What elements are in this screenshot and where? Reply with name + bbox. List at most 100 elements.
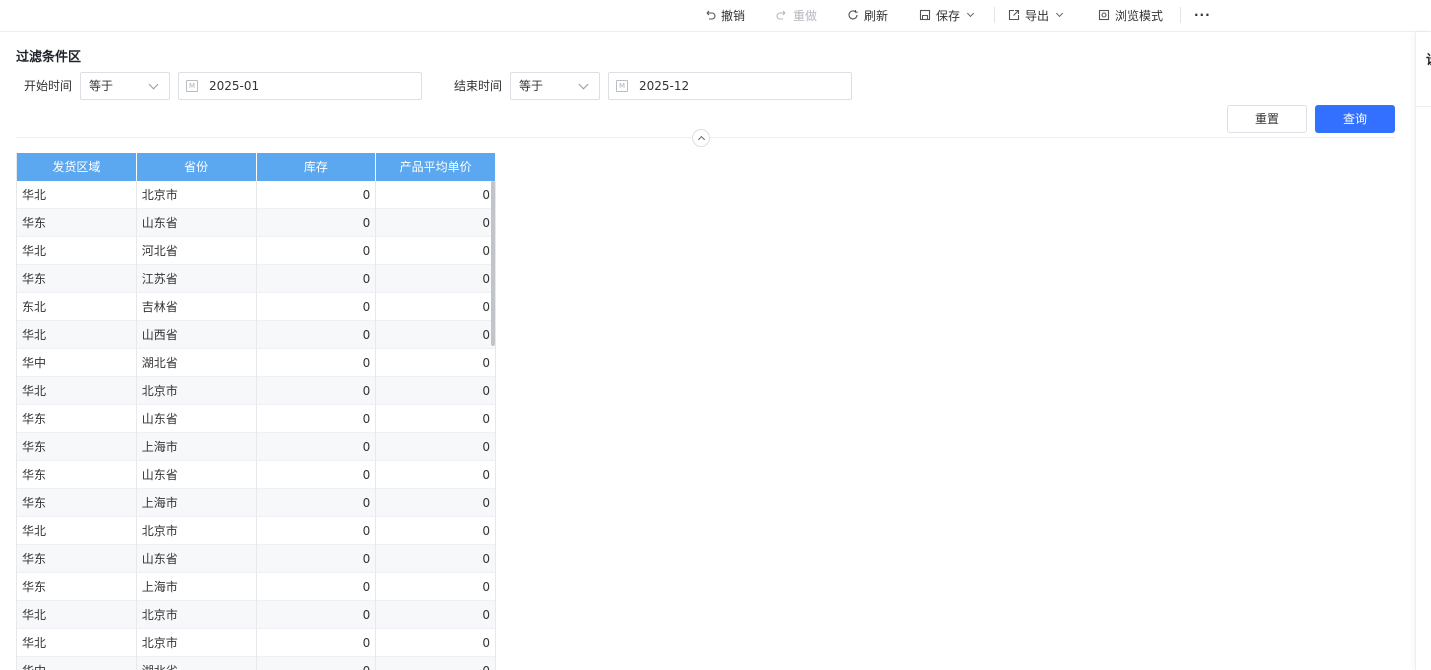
export-icon xyxy=(1008,9,1020,21)
table-cell[interactable]: 北京市 xyxy=(136,517,257,545)
column-header[interactable]: 产品平均单价 xyxy=(376,153,496,181)
table-cell[interactable]: 0 xyxy=(376,293,496,321)
start-time-date-input[interactable]: M 2025-01 xyxy=(178,72,422,100)
table-cell[interactable]: 0 xyxy=(376,517,496,545)
table-cell[interactable]: 0 xyxy=(376,545,496,573)
table-cell[interactable]: 华东 xyxy=(17,489,137,517)
table-cell[interactable]: 0 xyxy=(256,209,377,237)
table-cell[interactable]: 华北 xyxy=(17,181,137,209)
table-cell[interactable]: 华北 xyxy=(17,237,137,265)
table-cell[interactable]: 0 xyxy=(256,545,377,573)
end-time-date-input[interactable]: M 2025-12 xyxy=(608,72,852,100)
column-header[interactable]: 库存 xyxy=(256,153,377,181)
table-cell[interactable]: 0 xyxy=(256,293,377,321)
redo-button[interactable]: 重做 xyxy=(776,0,817,30)
end-time-label: 结束时间 xyxy=(454,79,503,93)
table-cell[interactable]: 0 xyxy=(256,181,377,209)
table-cell[interactable]: 山东省 xyxy=(136,209,257,237)
table-cell[interactable]: 华北 xyxy=(17,629,137,657)
table-cell[interactable]: 0 xyxy=(376,629,496,657)
table-cell[interactable]: 华北 xyxy=(17,517,137,545)
table-cell[interactable]: 华北 xyxy=(17,321,137,349)
table-cell[interactable]: 0 xyxy=(376,601,496,629)
table-row: 华东 山东省 0 0 xyxy=(17,405,496,433)
table-cell[interactable]: 0 xyxy=(256,405,377,433)
table-cell[interactable]: 湖北省 xyxy=(137,657,257,670)
table-cell[interactable]: 东北 xyxy=(17,293,137,321)
export-button[interactable]: 导出 xyxy=(1008,0,1064,30)
table-cell[interactable]: 华东 xyxy=(17,433,137,461)
table-cell[interactable]: 0 xyxy=(256,349,377,377)
table-cell[interactable]: 湖北省 xyxy=(136,349,257,377)
table-row: 华中湖北省00 xyxy=(17,657,496,670)
table-scrollbar[interactable] xyxy=(491,181,495,346)
table-cell[interactable]: 北京市 xyxy=(136,629,257,657)
redo-label: 重做 xyxy=(793,8,818,23)
table-cell[interactable]: 0 xyxy=(256,629,377,657)
end-time-operator-select[interactable]: 等于 xyxy=(510,72,600,100)
table-cell[interactable]: 华东 xyxy=(17,265,137,293)
more-button[interactable]: ··· xyxy=(1194,0,1211,30)
start-time-operator-select[interactable]: 等于 xyxy=(80,72,170,100)
column-header[interactable]: 发货区域 xyxy=(17,153,137,181)
table-cell[interactable]: 0 xyxy=(376,377,496,405)
table-cell[interactable]: 华中 xyxy=(17,657,137,670)
collapse-filter-button[interactable] xyxy=(692,129,710,147)
table-cell[interactable]: 山东省 xyxy=(136,461,257,489)
table-cell[interactable]: 山东省 xyxy=(136,545,257,573)
table-cell[interactable]: 0 xyxy=(376,573,496,601)
save-button[interactable]: 保存 xyxy=(919,0,975,30)
table-cell[interactable]: 0 xyxy=(376,237,496,265)
table-cell[interactable]: 华北 xyxy=(17,601,137,629)
table-cell[interactable]: 0 xyxy=(256,237,377,265)
table-cell[interactable]: 吉林省 xyxy=(136,293,257,321)
table-cell[interactable]: 0 xyxy=(256,265,377,293)
table-cell[interactable]: 0 xyxy=(256,517,377,545)
table-cell[interactable]: 0 xyxy=(376,265,496,293)
table-cell[interactable]: 0 xyxy=(256,601,377,629)
table-cell[interactable]: 0 xyxy=(256,573,377,601)
chevron-down-icon xyxy=(148,79,159,90)
table-cell[interactable]: 上海市 xyxy=(136,573,257,601)
table-cell[interactable]: 北京市 xyxy=(136,377,257,405)
browse-mode-button[interactable]: 浏览模式 xyxy=(1098,0,1163,30)
data-table: 发货区域 省份 库存 产品平均单价 华北 北京市 0 0 华东 山东省 0 0 华北 河北省 0 0 华… xyxy=(16,153,496,670)
table-cell[interactable]: 0 xyxy=(256,377,377,405)
table-cell[interactable]: 0 xyxy=(256,321,377,349)
table-cell[interactable]: 0 xyxy=(256,461,377,489)
export-chevron-down-icon[interactable] xyxy=(1055,9,1064,17)
table-cell[interactable]: 0 xyxy=(256,489,377,517)
table-cell[interactable]: 0 xyxy=(376,461,496,489)
table-cell[interactable]: 北京市 xyxy=(136,601,257,629)
table-cell[interactable]: 0 xyxy=(256,433,377,461)
table-cell[interactable]: 0 xyxy=(376,433,496,461)
table-cell[interactable]: 0 xyxy=(376,181,496,209)
table-cell[interactable]: 江苏省 xyxy=(136,265,257,293)
reset-button[interactable]: 重置 xyxy=(1227,105,1307,133)
table-cell[interactable]: 华东 xyxy=(17,209,137,237)
refresh-button[interactable]: 刷新 xyxy=(847,0,888,30)
table-cell[interactable]: 0 xyxy=(376,321,496,349)
table-cell[interactable]: 山西省 xyxy=(136,321,257,349)
undo-button[interactable]: 撤销 xyxy=(704,0,745,30)
table-cell[interactable]: 0 xyxy=(376,349,496,377)
table-cell[interactable]: 华东 xyxy=(17,405,137,433)
table-cell[interactable]: 华东 xyxy=(17,461,137,489)
table-cell[interactable]: 0 xyxy=(257,657,377,670)
column-header[interactable]: 省份 xyxy=(136,153,257,181)
query-button[interactable]: 查询 xyxy=(1315,105,1395,133)
table-cell[interactable]: 0 xyxy=(376,209,496,237)
table-cell[interactable]: 华中 xyxy=(17,349,137,377)
table-cell[interactable]: 华东 xyxy=(17,573,137,601)
save-chevron-down-icon[interactable] xyxy=(966,9,975,17)
table-cell[interactable]: 0 xyxy=(376,657,496,670)
table-cell[interactable]: 上海市 xyxy=(136,433,257,461)
table-cell[interactable]: 0 xyxy=(376,489,496,517)
table-cell[interactable]: 0 xyxy=(376,405,496,433)
table-cell[interactable]: 山东省 xyxy=(136,405,257,433)
table-cell[interactable]: 华北 xyxy=(17,377,137,405)
table-cell[interactable]: 北京市 xyxy=(136,181,257,209)
table-cell[interactable]: 河北省 xyxy=(136,237,257,265)
table-cell[interactable]: 华东 xyxy=(17,545,137,573)
table-cell[interactable]: 上海市 xyxy=(136,489,257,517)
